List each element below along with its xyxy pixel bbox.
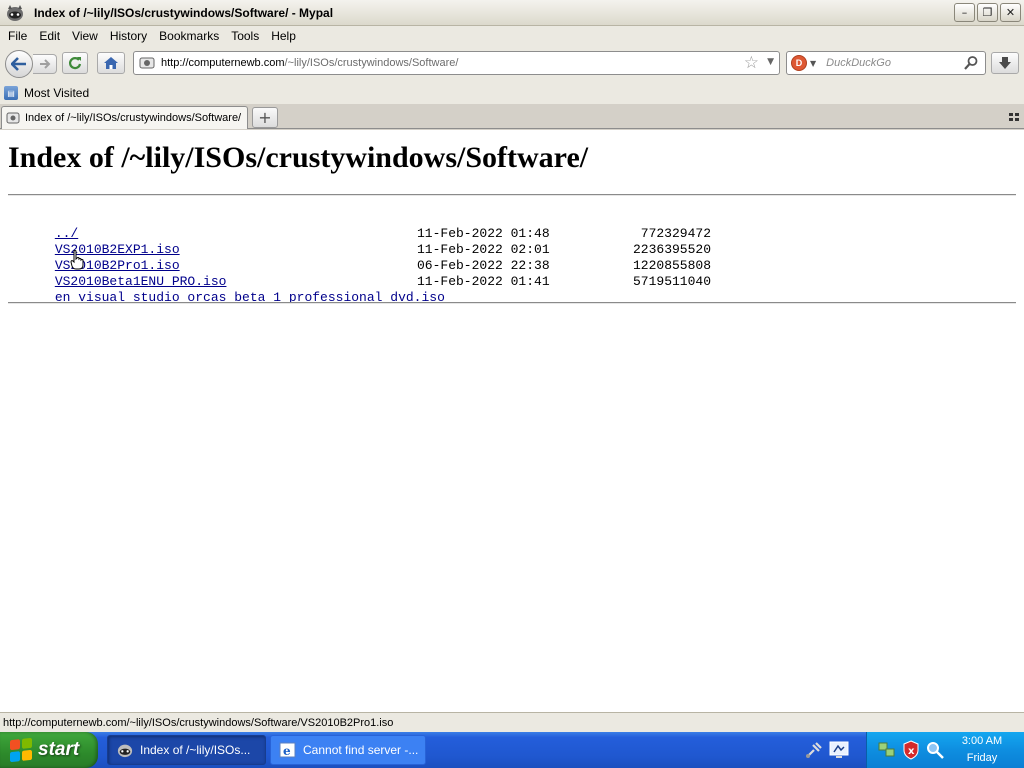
safely-remove-hardware-icon[interactable] — [803, 739, 825, 761]
bookmarks-toolbar: ▤ Most Visited — [0, 82, 1024, 104]
menu-help[interactable]: Help — [265, 29, 302, 43]
windows-logo-icon — [10, 737, 32, 763]
search-input[interactable]: DuckDuckGo — [826, 57, 891, 69]
start-label: start — [38, 739, 80, 760]
search-engine-dropdown-icon[interactable]: ▼ — [810, 59, 816, 68]
file-date: 06-Feb-2022 22:38 — [417, 258, 550, 273]
taskbar-item-ie[interactable]: e Cannot find server -... — [270, 735, 426, 765]
clock-day: Friday — [966, 752, 998, 764]
start-button[interactable]: start — [0, 732, 98, 768]
taskbar: start Index of /~lily/ISOs... e Cannot f… — [0, 732, 1024, 768]
menu-edit[interactable]: Edit — [33, 29, 66, 43]
status-text: http://computernewb.com/~lily/ISOs/crust… — [3, 716, 394, 729]
menu-file[interactable]: File — [2, 29, 33, 43]
most-visited-icon: ▤ — [4, 86, 18, 100]
reload-button[interactable] — [62, 52, 88, 74]
tab-list-icon[interactable] — [1008, 111, 1020, 123]
back-button[interactable] — [5, 50, 33, 78]
tab-current[interactable]: Index of /~lily/ISOs/crustywindows/Softw… — [1, 106, 248, 129]
list-item: en_visual_studio_orcas_beta_1_profession… — [8, 274, 711, 305]
taskbar-item-label: Index of /~lily/ISOs... — [140, 743, 251, 757]
search-icon[interactable] — [925, 740, 945, 760]
reload-icon — [68, 57, 82, 70]
list-item: VS2010B2EXP1.iso 11-Feb-2022 01:48 77232… — [8, 226, 711, 257]
bookmark-star-icon[interactable]: ☆ — [744, 54, 759, 72]
internet-explorer-icon: e — [279, 741, 297, 759]
svg-text:e: e — [283, 744, 291, 758]
forward-button[interactable] — [33, 54, 57, 74]
page-content: Index of /~lily/ISOs/crustywindows/Softw… — [0, 130, 1024, 712]
file-date: 11-Feb-2022 01:41 — [417, 274, 550, 289]
network-icon[interactable] — [877, 740, 897, 760]
url-path: /~lily/ISOs/crustywindows/Software/ — [284, 57, 459, 69]
close-button[interactable]: ✕ — [1000, 3, 1021, 22]
menu-view[interactable]: View — [66, 29, 104, 43]
menu-bookmarks[interactable]: Bookmarks — [153, 29, 225, 43]
raccoon-icon — [116, 741, 134, 759]
search-bar[interactable]: D ▼ DuckDuckGo — [786, 51, 986, 75]
file-size: 2236395520 — [632, 242, 711, 257]
taskbar-item-mypal[interactable]: Index of /~lily/ISOs... — [107, 735, 266, 765]
search-icon[interactable] — [963, 55, 979, 71]
bookmark-most-visited[interactable]: ▤ Most Visited — [4, 86, 89, 100]
file-size: 5719511040 — [632, 274, 711, 289]
file-date: 11-Feb-2022 01:48 — [417, 226, 550, 241]
maximize-button[interactable]: ❐ — [977, 3, 998, 22]
page-title: Index of /~lily/ISOs/crustywindows/Softw… — [8, 141, 589, 174]
url-dropdown-icon[interactable]: ▼ — [767, 57, 774, 67]
page-favicon-icon — [5, 110, 21, 126]
file-date: 11-Feb-2022 02:01 — [417, 242, 550, 257]
site-identity-icon[interactable] — [139, 55, 155, 71]
back-arrow-icon — [11, 57, 26, 71]
url-host: http://computernewb.com — [161, 57, 285, 69]
clock-time[interactable]: 3:00 AM — [961, 735, 1003, 747]
url-text[interactable]: http://computernewb.com/~lily/ISOs/crust… — [161, 57, 458, 69]
security-shield-icon[interactable]: x — [901, 740, 921, 760]
duckduckgo-icon[interactable]: D — [791, 55, 807, 71]
file-size: 1220855808 — [632, 258, 711, 273]
top-divider — [8, 194, 1016, 196]
raccoon-icon — [4, 2, 26, 24]
downloads-button[interactable] — [991, 52, 1019, 74]
home-button[interactable] — [97, 52, 125, 74]
new-tab-button[interactable]: + — [252, 107, 278, 128]
window-title: Index of /~lily/ISOs/crustywindows/Softw… — [34, 5, 334, 20]
taskbar-item-label: Cannot find server -... — [303, 743, 419, 757]
bookmark-label: Most Visited — [24, 86, 90, 100]
navigation-toolbar: http://computernewb.com/~lily/ISOs/crust… — [0, 46, 1024, 82]
title-bar[interactable]: Index of /~lily/ISOs/crustywindows/Softw… — [0, 0, 1024, 26]
home-icon — [104, 57, 118, 69]
menu-bar: File Edit View History Bookmarks Tools H… — [0, 26, 1024, 46]
bottom-divider — [8, 302, 1016, 304]
menu-history[interactable]: History — [104, 29, 153, 43]
tab-strip: Index of /~lily/ISOs/crustywindows/Softw… — [0, 104, 1024, 129]
tab-label: Index of /~lily/ISOs/crustywindows/Softw… — [25, 112, 242, 124]
display-icon[interactable] — [828, 739, 850, 761]
menu-tools[interactable]: Tools — [225, 29, 265, 43]
minimize-button[interactable]: – — [954, 3, 975, 22]
forward-arrow-icon — [39, 59, 50, 69]
file-size: 772329472 — [640, 226, 711, 241]
url-bar[interactable]: http://computernewb.com/~lily/ISOs/crust… — [133, 51, 780, 75]
svg-text:x: x — [908, 746, 915, 757]
list-item: ../ — [8, 210, 445, 241]
status-bar: http://computernewb.com/~lily/ISOs/crust… — [0, 712, 1024, 732]
download-arrow-icon — [999, 57, 1011, 69]
hand-cursor-icon — [70, 250, 84, 270]
